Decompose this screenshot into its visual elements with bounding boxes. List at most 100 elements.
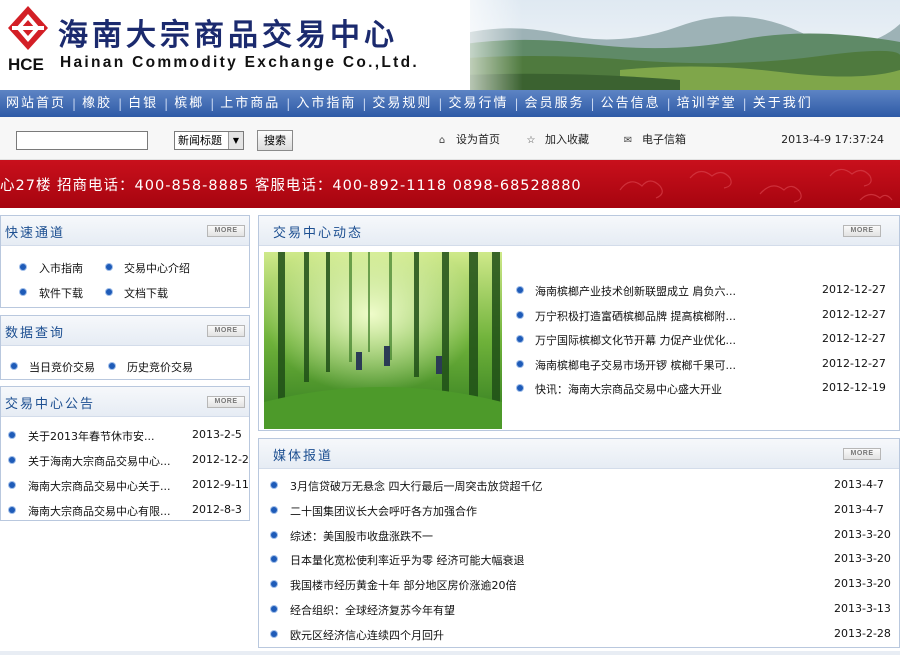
nav-item[interactable]: 橡胶 — [76, 90, 118, 117]
news-item[interactable]: 海南槟榔产业技术创新联盟成立 肩负六... 2012-12-27 — [259, 281, 899, 299]
news-panel: 交易中心动态 MORE 海南槟榔产业技术创新联盟成立 肩负六... 2012-1… — [258, 215, 900, 431]
bullet-icon — [517, 385, 523, 391]
notice-item[interactable]: 海南大宗商品交易中心关于... 2012-9-11 — [1, 476, 249, 494]
bullet-icon — [271, 606, 277, 612]
header-landscape-image — [440, 0, 900, 90]
nav-item[interactable]: 公告信息 — [595, 90, 667, 117]
notice-item-date: 2012-9-11 — [192, 478, 249, 491]
more-button[interactable]: MORE — [207, 325, 245, 337]
media-item-date: 2013-4-7 — [834, 502, 884, 516]
bullet-icon — [9, 507, 15, 513]
panel-title: 交易中心公告 — [5, 397, 96, 412]
media-item-date: 2013-4-7 — [834, 478, 884, 491]
news-item[interactable]: 万宁国际槟榔文化节开幕 力促产业优化... 2012-12-27 — [259, 330, 899, 348]
media-item[interactable]: 经合组织：全球经济复苏今年有望 2013-3-13 — [259, 600, 899, 618]
bullet-icon — [271, 556, 277, 563]
media-item[interactable]: 我国楼市经历黄金十年 部分地区房价涨逾20倍 2013-3-20 — [259, 575, 899, 593]
news-item[interactable]: 快讯：海南大宗商品交易中心盛大开业 2012-12-19 — [259, 379, 899, 397]
news-item-title: 万宁国际槟榔文化节开幕 力促产业优化... — [535, 334, 736, 347]
nav-item[interactable]: 关于我们 — [747, 90, 819, 117]
email-icon: ✉ — [623, 135, 633, 146]
media-item-date: 2013-3-13 — [834, 602, 891, 615]
news-item[interactable]: 万宁积极打造富硒槟榔品牌 提高槟榔附... 2012-12-27 — [259, 306, 899, 324]
logo-english-name: Hainan Commodity Exchange Co.,Ltd. — [60, 54, 419, 71]
banner-cloud-pattern — [619, 168, 893, 203]
home-icon: ⌂ — [438, 135, 446, 146]
logo-chinese-name: 海南大宗商品交易中心 — [58, 18, 398, 53]
nav-item[interactable]: 网站首页 — [0, 90, 72, 117]
news-item-date: 2012-12-27 — [822, 356, 886, 370]
nav-item[interactable]: 培训学堂 — [671, 90, 743, 117]
media-item[interactable]: 二十国集团议长大会呼吁各方加强合作 2013-4-7 — [259, 501, 899, 519]
panel-title: 快速通道 — [5, 226, 66, 241]
news-item-date: 2012-12-27 — [822, 307, 886, 321]
set-homepage-link[interactable]: ⌂ 设为首页 — [434, 131, 500, 149]
email-link[interactable]: ✉ 电子信箱 — [620, 131, 686, 149]
logo-mark — [8, 6, 48, 50]
news-item-title: 万宁积极打造富硒槟榔品牌 提高槟榔附... — [535, 309, 736, 323]
bullet-icon — [271, 506, 277, 513]
bullet-icon — [9, 482, 15, 488]
search-button[interactable]: 搜索 — [257, 130, 293, 151]
contact-info-text: 心27楼 招商电话：400-858-8885 客服电话：400-892-1118… — [0, 178, 582, 194]
favorite-icon: ☆ — [526, 135, 536, 146]
media-item-title: 3月信贷破万无悬念 四大行最后一周突击放贷超千亿 — [290, 480, 543, 493]
set-homepage-label: 设为首页 — [456, 133, 500, 146]
logo-area[interactable]: HCE 海南大宗商品交易中心 Hainan Commodity Exchange… — [0, 0, 470, 90]
contact-banner: 心27楼 招商电话：400-858-8885 客服电话：400-892-1118… — [0, 160, 900, 208]
notice-item[interactable]: 关于2013年春节休市安... 2013-2-5 — [1, 426, 249, 444]
nav-item[interactable]: 上市商品 — [214, 90, 286, 117]
bullet-icon — [106, 289, 112, 295]
media-item-title: 日本量化宽松使利率近乎为零 经济可能大幅衰退 — [290, 554, 525, 568]
bullet-icon — [517, 311, 523, 318]
panel-title: 媒体报道 — [273, 449, 334, 464]
bullet-icon — [109, 363, 115, 369]
media-item-date: 2013-3-20 — [834, 527, 891, 541]
quick-link[interactable]: 交易中心介绍 — [1, 258, 249, 276]
bullet-icon — [517, 287, 523, 293]
panel-header: 媒体报道 MORE — [259, 439, 899, 469]
panel-header: 交易中心动态 MORE — [259, 216, 899, 246]
media-item[interactable]: 欧元区经济信心连续四个月回升 2013-2-28 — [259, 625, 899, 643]
more-button[interactable]: MORE — [843, 448, 881, 460]
nav-item[interactable]: 白银 — [122, 90, 164, 117]
notice-item[interactable]: 海南大宗商品交易中心有限... 2012-8-3 — [1, 501, 249, 519]
nav-item[interactable]: 入市指南 — [290, 90, 362, 117]
quick-channel-panel: 快速通道 MORE 入市指南 交易中心介绍 软件下载 文档下载 — [0, 215, 250, 308]
email-label: 电子信箱 — [642, 133, 686, 146]
nav-item[interactable]: 交易行情 — [442, 90, 514, 117]
quick-link[interactable]: 文档下载 — [1, 283, 249, 301]
notice-item[interactable]: 关于海南大宗商品交易中心... 2012-12-2 — [1, 451, 249, 469]
panel-header: 数据查询 MORE — [1, 316, 249, 346]
bullet-icon — [517, 360, 523, 367]
search-input[interactable] — [16, 131, 148, 150]
media-item[interactable]: 日本量化宽松使利率近乎为零 经济可能大幅衰退 2013-3-20 — [259, 550, 899, 568]
more-button[interactable]: MORE — [843, 225, 881, 237]
nav-item[interactable]: 槟榔 — [168, 90, 210, 117]
dropdown-arrow-icon: ▼ — [228, 132, 243, 149]
panel-title: 交易中心动态 — [273, 226, 364, 241]
notice-item-title: 关于海南大宗商品交易中心... — [28, 455, 171, 468]
more-button[interactable]: MORE — [207, 225, 245, 237]
search-type-select[interactable]: 新闻标题 ▼ — [174, 131, 244, 150]
media-item-title: 我国楼市经历黄金十年 部分地区房价涨逾20倍 — [290, 579, 517, 593]
data-query-link[interactable]: 历史竞价交易 — [1, 357, 249, 375]
more-button[interactable]: MORE — [207, 396, 245, 408]
notice-item-title: 海南大宗商品交易中心关于... — [28, 480, 171, 493]
nav-item[interactable]: 会员服务 — [519, 90, 591, 117]
add-favorite-link[interactable]: ☆ 加入收藏 — [523, 131, 589, 149]
bullet-icon — [9, 457, 15, 463]
media-item[interactable]: 综述：美国股市收盘涨跌不一 2013-3-20 — [259, 526, 899, 544]
bullet-icon — [9, 432, 15, 438]
panel-header: 交易中心公告 MORE — [1, 387, 249, 417]
search-toolbar: 新闻标题 ▼ 搜索 ⌂ 设为首页 ☆ 加入收藏 ✉ 电子信箱 2013-4-9 17:… — [0, 117, 900, 160]
media-item[interactable]: 3月信贷破万无悬念 四大行最后一周突击放贷超千亿 2013-4-7 — [259, 476, 899, 494]
nav-item[interactable]: 交易规则 — [366, 90, 438, 117]
data-query-panel: 数据查询 MORE 当日竞价交易 历史竞价交易 — [0, 315, 250, 380]
news-item[interactable]: 海南槟榔电子交易市场开锣 槟榔千果可... 2012-12-27 — [259, 355, 899, 373]
site-header: HCE 海南大宗商品交易中心 Hainan Commodity Exchange… — [0, 0, 900, 90]
bullet-icon — [106, 264, 112, 270]
news-item-date: 2012-12-19 — [822, 381, 886, 394]
panel-header: 快速通道 MORE — [1, 216, 249, 246]
panel-title: 数据查询 — [5, 326, 66, 341]
